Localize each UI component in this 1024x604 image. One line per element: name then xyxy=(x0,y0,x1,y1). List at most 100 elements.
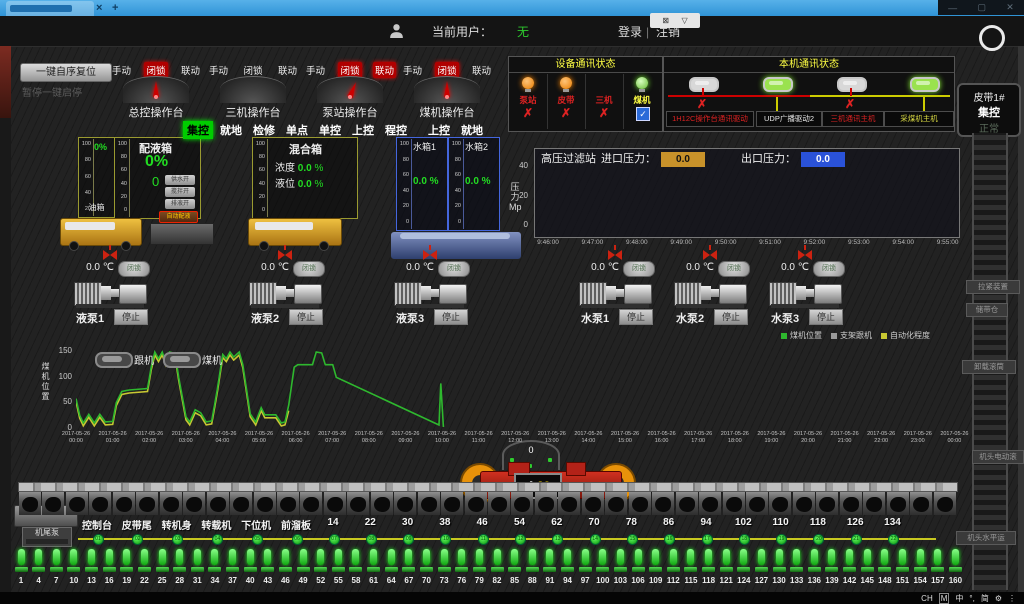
support-valve-icon[interactable] xyxy=(494,549,501,565)
support-valve-icon[interactable] xyxy=(370,549,377,565)
station-node[interactable]: 22 xyxy=(888,534,899,545)
support-valve-icon[interactable] xyxy=(635,549,642,565)
one-key-reset-button[interactable]: 一键自序复位 xyxy=(20,63,112,82)
console-dial[interactable] xyxy=(414,76,480,103)
station-node[interactable]: 08 xyxy=(366,534,377,545)
support-valve-icon[interactable] xyxy=(740,549,747,565)
support-valve-icon[interactable] xyxy=(599,549,606,565)
support-valve-icon[interactable] xyxy=(687,549,694,565)
station-node[interactable]: 20 xyxy=(813,534,824,545)
station-node[interactable]: 16 xyxy=(664,534,675,545)
mode-button[interactable]: 程控 xyxy=(381,121,411,139)
mode-button[interactable]: 上控 xyxy=(348,121,378,139)
support-valve-icon[interactable] xyxy=(546,549,553,565)
support-valve-icon[interactable] xyxy=(952,549,959,565)
mix-tank-button[interactable]: 排液开 xyxy=(165,199,195,209)
tab-close-icon[interactable]: × xyxy=(96,2,102,14)
ime-item[interactable]: CH xyxy=(921,594,933,603)
support-valve-icon[interactable] xyxy=(388,549,395,565)
support-valve-icon[interactable] xyxy=(53,549,60,565)
console-mode-chip[interactable]: 联动 xyxy=(179,62,202,78)
support-valve-icon[interactable] xyxy=(35,549,42,565)
browser-tab[interactable] xyxy=(6,1,94,16)
support-valve-icon[interactable] xyxy=(776,549,783,565)
station-node[interactable]: 09 xyxy=(403,534,414,545)
ime-item[interactable]: °, xyxy=(969,594,974,603)
support-valve-icon[interactable] xyxy=(229,549,236,565)
support-valve-icon[interactable] xyxy=(88,549,95,565)
support-valve-icon[interactable] xyxy=(670,549,677,565)
support-valve-icon[interactable] xyxy=(106,549,113,565)
support-valve-icon[interactable] xyxy=(934,549,941,565)
console-mode-chip[interactable]: 联动 xyxy=(276,62,299,78)
support-valve-icon[interactable] xyxy=(582,549,589,565)
console-mode-chip[interactable]: 手动 xyxy=(304,62,327,78)
support-valve-icon[interactable] xyxy=(70,549,77,565)
console-mode-chip[interactable]: 联动 xyxy=(470,62,493,78)
mode-button[interactable]: 单点 xyxy=(282,121,312,139)
support-valve-icon[interactable] xyxy=(617,549,624,565)
station-node[interactable]: 18 xyxy=(739,534,750,545)
station-node[interactable]: 07 xyxy=(329,534,340,545)
support-valve-icon[interactable] xyxy=(405,549,412,565)
support-valve-icon[interactable] xyxy=(723,549,730,565)
pump-lock-button[interactable]: 闭锁 xyxy=(438,261,470,277)
mode-button[interactable]: 上控 xyxy=(424,121,454,139)
station-node[interactable]: 17 xyxy=(702,534,713,545)
mode-button[interactable]: 就地 xyxy=(457,121,487,139)
station-node[interactable]: 01 xyxy=(93,534,104,545)
support-valve-icon[interactable] xyxy=(705,549,712,565)
support-valve-icon[interactable] xyxy=(282,549,289,565)
ime-item[interactable]: 中 xyxy=(955,593,963,604)
ime-item[interactable]: M xyxy=(939,593,950,604)
console-mode-chip[interactable]: 手动 xyxy=(207,62,230,78)
console-mode-chip[interactable]: 联动 xyxy=(373,62,396,78)
support-valve-icon[interactable] xyxy=(652,549,659,565)
support-valve-icon[interactable] xyxy=(811,549,818,565)
support-valve-icon[interactable] xyxy=(18,549,25,565)
ime-item[interactable]: 简 xyxy=(981,593,989,604)
support-valve-icon[interactable] xyxy=(564,549,571,565)
support-valve-icon[interactable] xyxy=(335,549,342,565)
support-valve-icon[interactable] xyxy=(458,549,465,565)
support-valve-icon[interactable] xyxy=(441,549,448,565)
support-valve-icon[interactable] xyxy=(793,549,800,565)
console-mode-chip[interactable]: 手动 xyxy=(401,62,424,78)
pump-lock-button[interactable]: 闭锁 xyxy=(813,261,845,277)
console-dial[interactable] xyxy=(123,76,189,103)
support-valve-icon[interactable] xyxy=(176,549,183,565)
station-node[interactable]: 21 xyxy=(851,534,862,545)
station-node[interactable]: 13 xyxy=(552,534,563,545)
support-valve-icon[interactable] xyxy=(899,549,906,565)
support-valve-icon[interactable] xyxy=(864,549,871,565)
station-node[interactable]: 03 xyxy=(172,534,183,545)
support-valve-icon[interactable] xyxy=(758,549,765,565)
mix-tank-button[interactable]: 供水开 xyxy=(165,175,195,185)
mode-button[interactable]: 单控 xyxy=(315,121,345,139)
station-node[interactable]: 02 xyxy=(132,534,143,545)
support-valve-icon[interactable] xyxy=(476,549,483,565)
support-valve-icon[interactable] xyxy=(123,549,130,565)
pump-lock-button[interactable]: 闭锁 xyxy=(293,261,325,277)
comm-checkbox[interactable]: ✓ xyxy=(636,107,650,121)
console-dial[interactable] xyxy=(317,76,383,103)
station-node[interactable]: 15 xyxy=(627,534,638,545)
console-mode-chip[interactable]: 手动 xyxy=(110,62,133,78)
support-valve-icon[interactable] xyxy=(846,549,853,565)
mode-button[interactable]: 就地 xyxy=(216,121,246,139)
support-valve-icon[interactable] xyxy=(828,549,835,565)
ime-gear-icon[interactable]: ⚙ xyxy=(995,594,1002,603)
pump-lock-button[interactable]: 闭锁 xyxy=(718,261,750,277)
support-valve-icon[interactable] xyxy=(881,549,888,565)
support-valve-icon[interactable] xyxy=(211,549,218,565)
ime-more-icon[interactable]: ⋮ xyxy=(1008,594,1016,603)
popup-icon-1[interactable]: ⊠ xyxy=(662,16,669,25)
station-node[interactable]: 14 xyxy=(590,534,601,545)
window-maximize-icon[interactable]: ▢ xyxy=(977,2,986,13)
support-valve-icon[interactable] xyxy=(264,549,271,565)
mode-button[interactable]: 检修 xyxy=(249,121,279,139)
window-close-icon[interactable]: ✕ xyxy=(1006,2,1014,13)
station-node[interactable]: 12 xyxy=(515,534,526,545)
follow-toggle[interactable] xyxy=(95,352,133,368)
station-node[interactable]: 04 xyxy=(212,534,223,545)
